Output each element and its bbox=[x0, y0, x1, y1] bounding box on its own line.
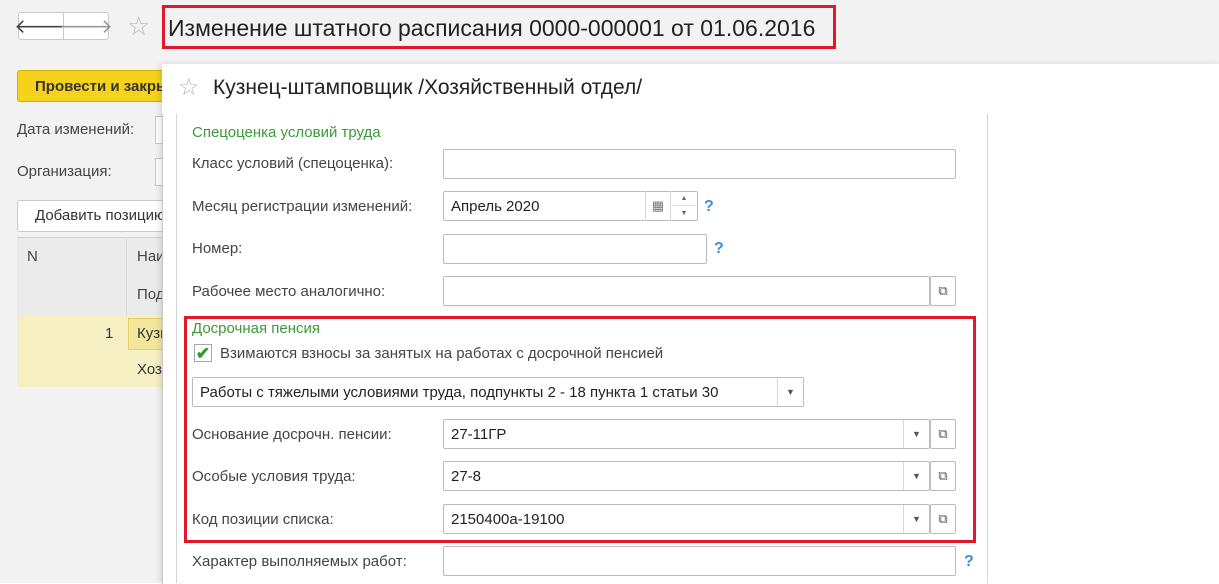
work-nature-label: Характер выполняемых работ: bbox=[192, 553, 407, 570]
back-button[interactable]: 🡐 bbox=[14, 12, 68, 40]
pension-basis-input[interactable]: 27-11ГР bbox=[443, 419, 930, 449]
work-type-select[interactable]: Работы с тяжелыми условиями труда, подпу… bbox=[192, 377, 804, 407]
open-form-icon: ⧉ bbox=[938, 511, 948, 526]
early-pension-section-title: Досрочная пенсия bbox=[192, 320, 321, 337]
checkmark-icon: ✔ bbox=[195, 343, 211, 363]
row-position-name: Кузнец-штамповщик bbox=[137, 325, 165, 342]
open-form-icon: ⧉ bbox=[938, 283, 948, 298]
list-code-dropdown-icon[interactable]: ▼ bbox=[903, 505, 929, 533]
reg-month-label: Месяц регистрации изменений: bbox=[192, 198, 413, 215]
early-pension-checkbox-label[interactable]: Взимаются взносы за занятых на работах с… bbox=[220, 345, 663, 362]
row-department-name: Хозяйственный отдел bbox=[137, 361, 165, 378]
column-n-header[interactable]: N bbox=[27, 248, 38, 265]
spin-up-icon[interactable]: ▲ bbox=[671, 191, 697, 206]
column-department-header[interactable]: Подразделение bbox=[137, 286, 165, 303]
calendar-icon[interactable]: ▦ bbox=[645, 191, 670, 221]
special-conditions-dropdown-icon[interactable]: ▼ bbox=[903, 462, 929, 490]
work-type-value: Работы с тяжелыми условиями труда, подпу… bbox=[200, 384, 719, 401]
work-type-dropdown-icon[interactable]: ▼ bbox=[777, 378, 803, 406]
work-nature-input[interactable] bbox=[443, 546, 956, 576]
similar-workplace-input[interactable] bbox=[443, 276, 930, 306]
forward-button[interactable]: 🡒 bbox=[59, 12, 113, 40]
pension-basis-dropdown-icon[interactable]: ▼ bbox=[903, 420, 929, 448]
list-code-value: 2150400а-19100 bbox=[451, 511, 565, 528]
number-input[interactable] bbox=[443, 234, 707, 264]
spin-down-icon[interactable]: ▼ bbox=[671, 206, 697, 220]
organization-label: Организация: bbox=[17, 163, 112, 180]
special-conditions-label: Особые условия труда: bbox=[192, 468, 356, 485]
open-pension-basis-button[interactable]: ⧉ bbox=[930, 419, 956, 449]
special-conditions-input[interactable]: 27-8 bbox=[443, 461, 930, 491]
number-help-icon[interactable]: ? bbox=[714, 240, 724, 258]
column-name-header[interactable]: Наименование bbox=[137, 248, 165, 265]
pension-basis-value: 27-11ГР bbox=[451, 426, 507, 443]
special-assessment-section-title: Спецоценка условий труда bbox=[192, 124, 381, 141]
arrow-right-icon: 🡒 bbox=[59, 15, 113, 38]
reg-month-value: Апрель 2020 bbox=[451, 198, 540, 215]
dialog-left-border bbox=[176, 114, 177, 583]
open-list-code-button[interactable]: ⧉ bbox=[930, 504, 956, 534]
number-label: Номер: bbox=[192, 240, 243, 257]
list-code-label: Код позиции списка: bbox=[192, 511, 334, 528]
change-date-label: Дата изменений: bbox=[17, 121, 135, 138]
post-and-close-button[interactable]: Провести и закрыть bbox=[17, 70, 167, 102]
add-position-button[interactable]: Добавить позицию bbox=[17, 200, 167, 232]
favorite-star-icon[interactable]: ☆ bbox=[127, 13, 150, 39]
window-title: Изменение штатного расписания 0000-00000… bbox=[162, 5, 836, 49]
open-form-icon: ⧉ bbox=[938, 468, 948, 483]
work-nature-help-icon[interactable]: ? bbox=[964, 553, 974, 571]
open-workplace-button[interactable]: ⧉ bbox=[930, 276, 956, 306]
pension-basis-label: Основание досрочн. пенсии: bbox=[192, 426, 392, 443]
dialog-scroll-border bbox=[987, 114, 988, 583]
row-number: 1 bbox=[105, 325, 114, 342]
early-pension-checkbox[interactable]: ✔ bbox=[194, 344, 212, 362]
reg-month-help-icon[interactable]: ? bbox=[704, 198, 714, 216]
conditions-class-label: Класс условий (спецоценка): bbox=[192, 155, 394, 172]
month-spinner[interactable]: ▲ ▼ bbox=[670, 191, 698, 221]
similar-workplace-label: Рабочее место аналогично: bbox=[192, 283, 386, 300]
list-code-input[interactable]: 2150400а-19100 bbox=[443, 504, 930, 534]
special-conditions-value: 27-8 bbox=[451, 468, 482, 485]
dialog-favorite-star-icon[interactable]: ☆ bbox=[178, 75, 200, 101]
open-form-icon: ⧉ bbox=[938, 426, 948, 441]
conditions-class-input[interactable] bbox=[443, 149, 956, 179]
open-special-conditions-button[interactable]: ⧉ bbox=[930, 461, 956, 491]
dialog-title: Кузнец-штамповщик /Хозяйственный отдел/ bbox=[213, 76, 643, 99]
